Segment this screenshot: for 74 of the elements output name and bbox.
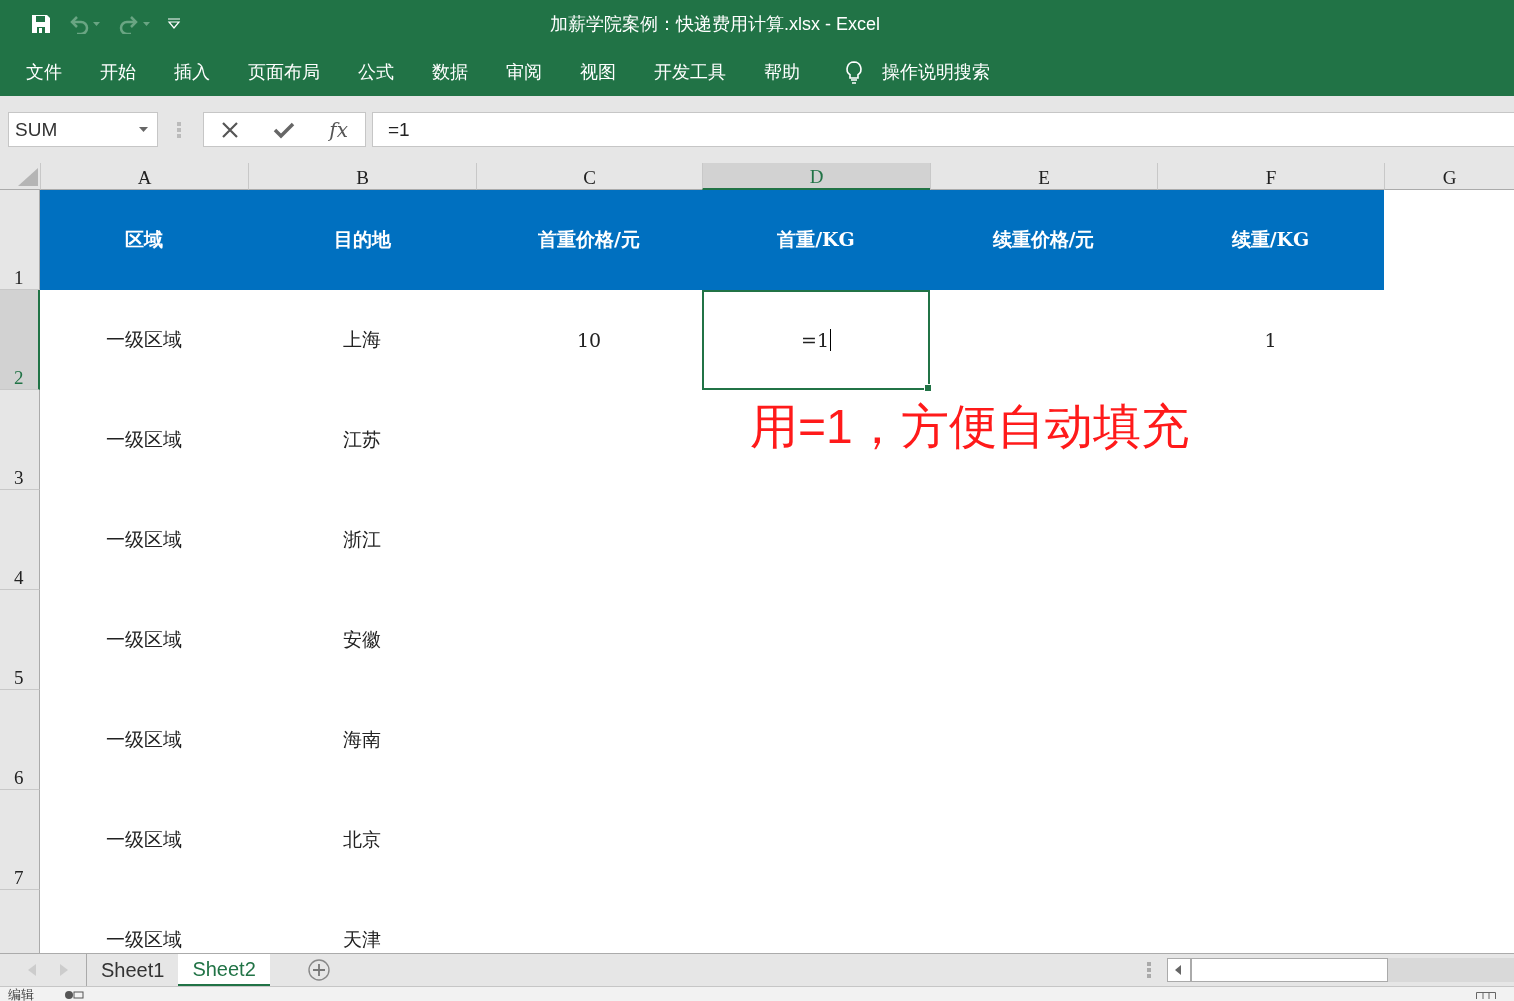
cell-text: 一级区域 [106, 727, 182, 752]
row-header[interactable]: 7 [0, 790, 40, 890]
customize-caret-icon[interactable] [167, 18, 181, 30]
sheet-tab[interactable]: Sheet1 [87, 954, 179, 986]
cell-text: 一级区域 [106, 927, 182, 952]
menu-tab[interactable]: 审阅 [506, 60, 542, 84]
row-header[interactable]: 5 [0, 590, 40, 690]
normal-view-icon[interactable] [1476, 991, 1496, 999]
horizontal-scrollbar[interactable] [1167, 958, 1514, 982]
name-box[interactable]: SUM [8, 112, 158, 147]
tell-me-search[interactable]: 操作说明搜索 [882, 60, 990, 84]
new-sheet-icon[interactable] [307, 959, 330, 981]
cell-text: 一级区域 [106, 527, 182, 552]
cell-text: =1 [801, 329, 831, 351]
menu-tab[interactable]: 页面布局 [248, 60, 320, 84]
column-header[interactable]: C [476, 163, 702, 190]
cell-text: 一级区域 [106, 327, 182, 352]
dropdown-caret-icon[interactable] [139, 127, 148, 132]
macro-record-icon[interactable] [64, 991, 84, 999]
scrollbar-thumb[interactable] [1191, 958, 1388, 982]
lightbulb-icon[interactable] [844, 60, 864, 84]
sheet-tab[interactable]: Sheet2 [178, 954, 270, 986]
column-header[interactable]: D [702, 163, 930, 190]
row-header[interactable]: 6 [0, 690, 40, 790]
row-header[interactable]: 1 [0, 190, 40, 290]
cell-text: 一级区域 [106, 627, 182, 652]
formula-input[interactable]: =1 [372, 112, 1514, 147]
cell-text: 首重/KG [777, 227, 855, 252]
column-header[interactable]: E [930, 163, 1157, 190]
menu-tab[interactable]: 视图 [580, 60, 616, 84]
menu-tab[interactable]: 文件 [26, 60, 62, 84]
cell-text: 一级区域 [106, 827, 182, 852]
name-box-value: SUM [15, 118, 58, 141]
cell-text: 1 [1264, 329, 1277, 351]
window-title: 加薪学院案例：快递费用计算.xlsx - Excel [549, 13, 881, 36]
column-header[interactable]: B [248, 163, 476, 190]
status-mode: 编辑 [8, 988, 34, 1001]
cell-text: 天津 [343, 927, 381, 952]
menu-tab[interactable]: 开始 [100, 60, 136, 84]
cell-text: 10 [576, 329, 602, 351]
row-header[interactable]: 3 [0, 390, 40, 490]
check-icon[interactable] [273, 120, 296, 139]
column-header[interactable]: G [1384, 163, 1514, 190]
row-header[interactable]: 2 [0, 290, 40, 390]
menu-tab[interactable]: 帮助 [764, 60, 800, 84]
cell-text: 江苏 [343, 427, 381, 452]
fill-handle[interactable] [924, 384, 932, 392]
grip-icon [1147, 961, 1151, 979]
cell-text: 北京 [343, 827, 381, 852]
menu-tab[interactable]: 开发工具 [654, 60, 726, 84]
menu-tab[interactable]: 插入 [174, 60, 210, 84]
menu-tab[interactable]: 公式 [358, 60, 394, 84]
cell-text: 目的地 [333, 227, 391, 252]
cell-text: 上海 [343, 327, 381, 352]
active-cell[interactable]: =1 [702, 290, 930, 390]
scroll-left-icon[interactable] [1167, 958, 1191, 982]
cell-text: 安徽 [343, 627, 381, 652]
cell-text: 浙江 [343, 527, 381, 552]
cell-text: 续重/KG [1231, 227, 1310, 252]
grip-icon [177, 120, 181, 139]
cancel-icon[interactable] [221, 120, 240, 139]
row-header[interactable]: 4 [0, 490, 40, 590]
cell-text: 首重价格/元 [538, 227, 640, 252]
insert-function-button[interactable]: fx [329, 117, 348, 142]
menu-tab[interactable]: 数据 [432, 60, 468, 84]
cell-text: 续重价格/元 [992, 227, 1095, 252]
save-icon[interactable] [31, 14, 51, 34]
column-header[interactable]: F [1157, 163, 1384, 190]
annotation-text: 用=1，方便自动填充 [750, 399, 1189, 455]
formula-text: =1 [388, 118, 410, 141]
column-header[interactable]: A [40, 163, 248, 190]
cell-text: 海南 [343, 727, 381, 752]
cell-text: 一级区域 [106, 427, 182, 452]
cell-text: 区域 [125, 227, 163, 252]
